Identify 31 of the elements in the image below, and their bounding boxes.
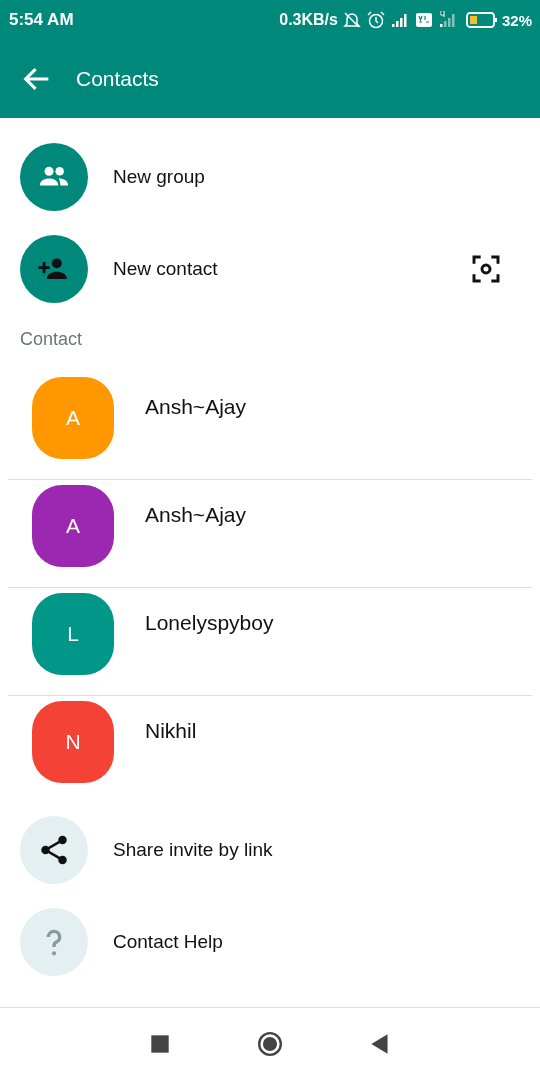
- contact-name: Nikhil: [145, 719, 197, 743]
- contact-name: Ansh~Ajay: [145, 503, 246, 527]
- contact-avatar: L: [32, 593, 114, 675]
- action-label: Share invite by link: [113, 839, 273, 861]
- contact-item[interactable]: A Ansh~Ajay: [8, 480, 532, 588]
- contact-avatar: N: [32, 701, 114, 783]
- network-speed: 0.3KB/s: [279, 11, 338, 29]
- contact-item[interactable]: N Nikhil: [0, 696, 540, 804]
- contact-item[interactable]: L Lonelyspyboy: [8, 588, 532, 696]
- action-label: Contact Help: [113, 931, 223, 953]
- screen-title: Contacts: [76, 67, 159, 91]
- battery-percent: 32%: [501, 11, 532, 29]
- scan-icon[interactable]: [470, 253, 502, 285]
- contact-name: Ansh~Ajay: [145, 395, 246, 419]
- contact-avatar: A: [32, 377, 114, 459]
- action-item[interactable]: Contact Help: [0, 896, 540, 988]
- contact-item[interactable]: A Ansh~Ajay: [8, 372, 532, 480]
- home-icon[interactable]: [257, 1031, 283, 1057]
- action-item[interactable]: New group: [0, 131, 540, 223]
- contact-name: Lonelyspyboy: [145, 611, 274, 635]
- action-item[interactable]: Share invite by link: [0, 804, 540, 896]
- battery-icon: [465, 11, 498, 29]
- action-label: New group: [113, 166, 205, 188]
- contact-avatar: A: [32, 485, 114, 567]
- section-header: Contact: [19, 328, 84, 351]
- action-label: New contact: [113, 258, 218, 280]
- status-time: 5:54 AM: [9, 10, 74, 30]
- muted-bell-icon: [341, 10, 362, 30]
- signal-icon: [437, 10, 458, 30]
- action-item[interactable]: New contact: [0, 223, 540, 315]
- alarm-icon: [365, 10, 386, 30]
